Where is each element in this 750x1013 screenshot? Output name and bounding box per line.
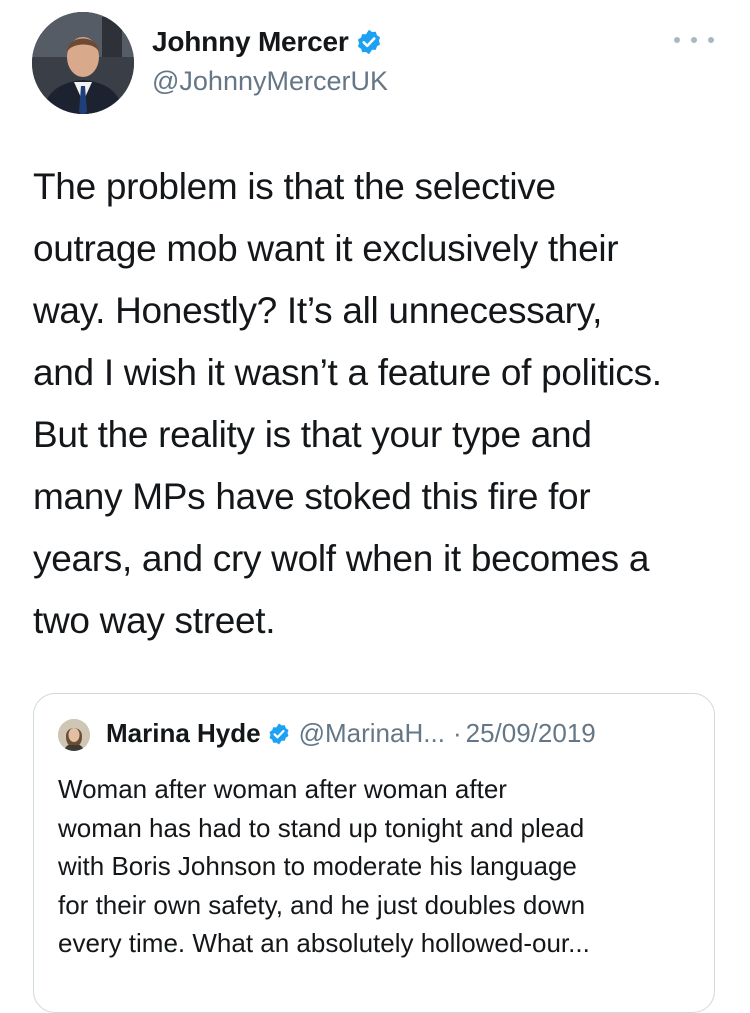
more-dot <box>674 37 680 43</box>
quoted-text-line: with Boris Johnson to moderate his langu… <box>58 851 577 881</box>
quoted-author-handle[interactable]: @MarinaH... <box>299 718 445 749</box>
tweet-text-line: outrage mob want it exclusively their <box>33 228 619 269</box>
tweet-text: The problem is that the selective outrag… <box>33 156 733 652</box>
profile-photo-icon <box>58 719 90 751</box>
tweet-text-line: many MPs have stoked this fire for <box>33 476 591 517</box>
author-avatar[interactable] <box>32 12 134 114</box>
profile-photo-icon <box>32 12 134 114</box>
tweet-text-line: The problem is that the selective <box>33 166 556 207</box>
author-handle[interactable]: @JohnnyMercerUK <box>152 66 388 97</box>
quoted-text-line: every time. What an absolutely hollowed-… <box>58 928 590 958</box>
tweet-text-line: But the reality is that your type and <box>33 414 592 455</box>
quoted-tweet-date[interactable]: 25/09/2019 <box>466 718 596 749</box>
quoted-text-line: for their own safety, and he just double… <box>58 889 586 920</box>
more-dot <box>708 37 714 43</box>
quoted-text-line: Woman after woman after woman after <box>58 774 507 804</box>
tweet-text-line: way. Honestly? It’s all unnecessary, <box>33 290 603 331</box>
author-display-name[interactable]: Johnny Mercer <box>152 26 349 58</box>
verified-badge-icon <box>355 28 383 56</box>
quoted-author-avatar[interactable] <box>58 719 90 751</box>
quoted-tweet-header: Marina Hyde @MarinaH... · 25/09/2019 <box>106 718 596 749</box>
verified-badge-icon <box>267 722 291 746</box>
more-options-icon[interactable] <box>674 30 714 50</box>
tweet-text-line: two way street. <box>33 600 276 641</box>
quoted-tweet-text: Woman after woman after woman after woma… <box>58 770 698 963</box>
tweet-text-line: years, and cry wolf when it becomes a <box>33 538 650 579</box>
tweet-text-line: and I wish it wasn’t a feature of politi… <box>33 352 662 393</box>
quoted-tweet-card[interactable]: Marina Hyde @MarinaH... · 25/09/2019 Wom… <box>33 693 715 1013</box>
author-name-row: Johnny Mercer <box>152 26 383 58</box>
quoted-text-line: woman has had to stand up tonight and pl… <box>58 812 585 843</box>
quoted-author-name[interactable]: Marina Hyde <box>106 718 261 749</box>
quoted-separator: · <box>452 718 462 748</box>
more-dot <box>691 37 697 43</box>
